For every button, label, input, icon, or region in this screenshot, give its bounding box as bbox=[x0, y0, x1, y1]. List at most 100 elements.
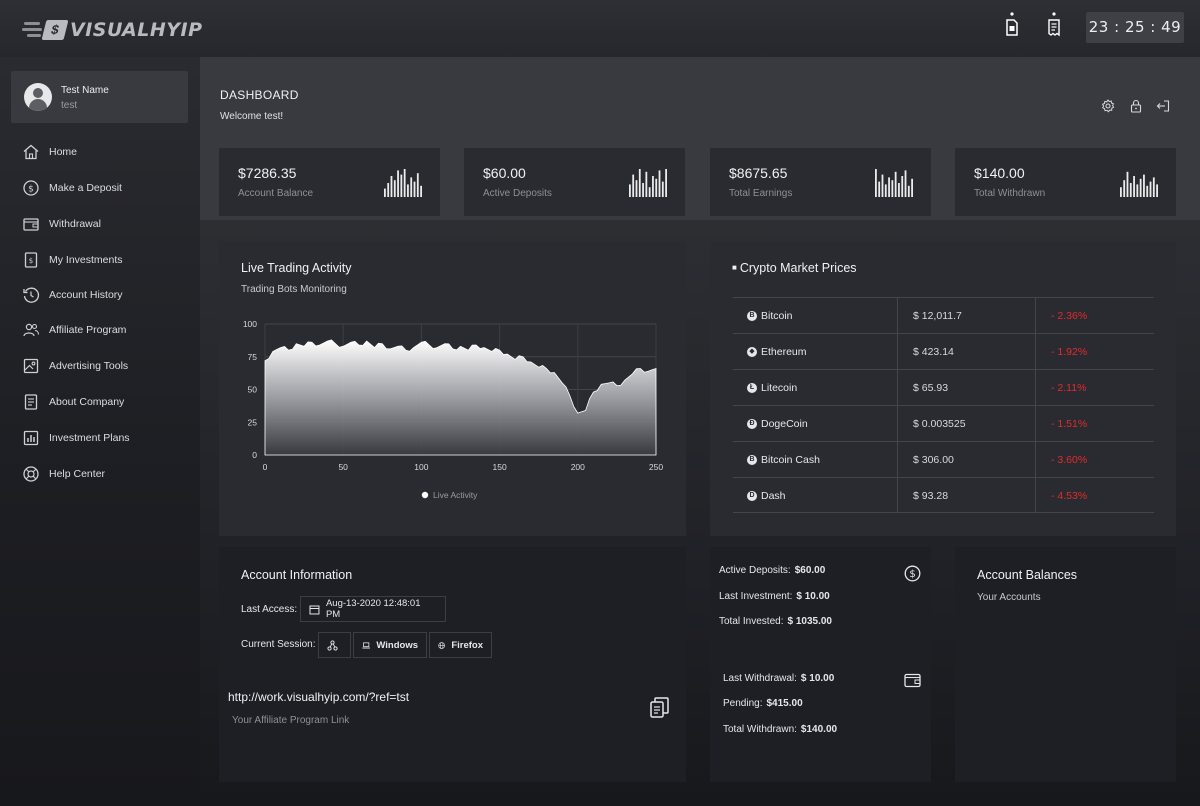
card-subtitle: Your Accounts bbox=[977, 592, 1041, 603]
y-tick-label: 0 bbox=[252, 450, 257, 460]
table-row[interactable]: Ð DogeCoin $ 0.003525 - 1.51% bbox=[733, 405, 1154, 441]
top-bar: $ VISUALHYIP 23 : 25 : 49 bbox=[0, 0, 1200, 57]
stat-label: Total Withdrawn bbox=[974, 188, 1046, 199]
total-withdrawn-row: Total Withdrawn: $140.00 bbox=[723, 724, 838, 735]
spark-bar bbox=[1149, 181, 1152, 197]
spark-bar bbox=[1136, 184, 1139, 197]
sidebar-item-label: About Company bbox=[49, 396, 125, 408]
lock-icon[interactable] bbox=[1129, 99, 1143, 113]
sidebar-item-label: Account History bbox=[49, 289, 123, 301]
sidebar-item-account-history[interactable]: Account History bbox=[22, 284, 123, 306]
deposit-summary-card bbox=[710, 547, 931, 782]
spark-bar bbox=[652, 176, 654, 197]
table-row[interactable]: B Bitcoin $ 12,011.7 - 2.36% bbox=[733, 297, 1154, 333]
stat-value: $140.00 bbox=[974, 165, 1025, 181]
table-row[interactable]: ◆ Ethereum $ 423.14 - 1.92% bbox=[733, 333, 1154, 369]
dollar-coin-icon: $ bbox=[23, 180, 39, 196]
svg-text:$: $ bbox=[28, 185, 34, 195]
spark-bar bbox=[645, 171, 648, 197]
stat-label: Active Deposits bbox=[483, 188, 552, 199]
coin-change: - 1.51% bbox=[1051, 418, 1088, 430]
wallet-icon bbox=[904, 673, 921, 688]
stat-label: Total Earnings bbox=[729, 188, 793, 199]
image-icon bbox=[23, 358, 39, 374]
logout-icon[interactable] bbox=[1156, 99, 1170, 113]
spark-bar bbox=[1146, 185, 1149, 197]
stat-card-active-deposits[interactable]: $60.00 Active Deposits bbox=[464, 148, 685, 216]
table-row[interactable]: D Dash $ 93.28 - 4.53% bbox=[733, 477, 1154, 513]
copy-icon[interactable] bbox=[650, 697, 669, 718]
stat-value: $7286.35 bbox=[238, 165, 297, 181]
coin-change: - 4.53% bbox=[1051, 490, 1088, 502]
settings-icon[interactable] bbox=[1101, 99, 1115, 113]
sidebar-item-home[interactable]: Home bbox=[22, 141, 77, 163]
coin-change: - 2.11% bbox=[1051, 382, 1087, 394]
card-title: Account Balances bbox=[977, 568, 1078, 582]
affiliate-link[interactable]: http://work.visualhyip.com/?ref=tst bbox=[228, 690, 409, 704]
sidebar-item-affiliate-program[interactable]: Affiliate Program bbox=[22, 319, 126, 341]
welcome-text: Welcome test! bbox=[220, 111, 284, 122]
spark-bar bbox=[390, 176, 393, 197]
user-name: Test Name bbox=[61, 85, 109, 96]
spark-bar bbox=[881, 174, 884, 197]
sidebar-item-investment-plans[interactable]: Investment Plans bbox=[22, 427, 130, 449]
spark-bar bbox=[911, 178, 913, 197]
legend-label: Live Activity bbox=[433, 490, 478, 500]
pending-row: Pending: $415.00 bbox=[723, 698, 803, 709]
y-tick-label: 100 bbox=[243, 319, 257, 329]
active-deposits-row: Active Deposits: $60.00 bbox=[719, 565, 826, 576]
brand-logo[interactable]: $ VISUALHYIP bbox=[22, 16, 203, 44]
x-tick-label: 100 bbox=[414, 462, 428, 472]
spark-bar bbox=[1156, 184, 1158, 197]
avatar bbox=[24, 83, 52, 111]
bitcoin-icon: B bbox=[747, 311, 757, 321]
sidebar-item-withdrawal[interactable]: Withdrawal bbox=[22, 213, 101, 235]
ethereum-icon: ◆ bbox=[747, 347, 757, 357]
spark-bar bbox=[638, 169, 641, 197]
live-trading-card: Live Trading Activity Trading Bots Monit… bbox=[219, 241, 686, 536]
spark-bar bbox=[875, 169, 877, 197]
sidebar-item-label: Investment Plans bbox=[49, 432, 130, 444]
sidebar-item-help-center[interactable]: Help Center bbox=[22, 463, 105, 485]
sparkline-bars-icon bbox=[629, 169, 667, 197]
spark-bar bbox=[629, 184, 631, 197]
sidebar-item-about-company[interactable]: About Company bbox=[22, 391, 124, 413]
account-info-card bbox=[219, 547, 686, 782]
receipt-icon[interactable] bbox=[1046, 12, 1062, 38]
stat-card-account-balance[interactable]: $7286.35 Account Balance bbox=[219, 148, 440, 216]
table-row[interactable]: B Bitcoin Cash $ 306.00 - 3.60% bbox=[733, 441, 1154, 477]
spark-bar bbox=[1143, 174, 1145, 197]
stat-card-total-earnings[interactable]: $8675.65 Total Earnings bbox=[710, 148, 931, 216]
spark-bar bbox=[661, 181, 664, 197]
legend-marker bbox=[421, 491, 429, 499]
stat-value: $8675.65 bbox=[729, 165, 788, 181]
spark-bar bbox=[387, 183, 390, 197]
spark-bar bbox=[1129, 183, 1132, 197]
coin-name: B Bitcoin Cash bbox=[747, 442, 820, 478]
trading-area-chart[interactable]: 0 25 50 75 100 0 50 100 150 200 250 Live Activity bbox=[219, 241, 686, 536]
coin-price: $ 12,011.7 bbox=[913, 310, 962, 322]
sidebar-item-advertising-tools[interactable]: Advertising Tools bbox=[22, 355, 128, 377]
last-access-value: Aug-13-2020 12:48:01 PM bbox=[300, 596, 446, 622]
spark-bar bbox=[420, 185, 422, 197]
y-tick-label: 50 bbox=[248, 385, 258, 395]
spark-bar bbox=[1152, 177, 1155, 197]
sidebar-item-label: Home bbox=[49, 146, 78, 158]
table-row[interactable]: Ł Litecoin $ 65.93 - 2.11% bbox=[733, 369, 1154, 405]
sparkline-bars-icon bbox=[1120, 171, 1158, 197]
spark-bar bbox=[1139, 178, 1142, 197]
spark-bar bbox=[898, 183, 900, 197]
page-title: DASHBOARD bbox=[220, 88, 299, 102]
user-card[interactable]: Test Name test bbox=[11, 71, 188, 123]
x-tick-label: 50 bbox=[338, 462, 348, 472]
sim-card-icon[interactable] bbox=[1004, 12, 1020, 38]
sidebar-item-label: Advertising Tools bbox=[49, 360, 129, 372]
x-tick-label: 250 bbox=[649, 462, 663, 472]
sidebar-item-make-a-deposit[interactable]: $ Make a Deposit bbox=[22, 177, 122, 199]
session-label: Current Session: bbox=[241, 639, 316, 650]
sidebar-item-my-investments[interactable]: $ My Investments bbox=[22, 249, 123, 271]
stat-card-total-withdrawn[interactable]: $140.00 Total Withdrawn bbox=[955, 148, 1176, 216]
spark-bar bbox=[658, 170, 661, 197]
account-balances-card bbox=[955, 547, 1176, 782]
spark-bar bbox=[891, 180, 894, 197]
